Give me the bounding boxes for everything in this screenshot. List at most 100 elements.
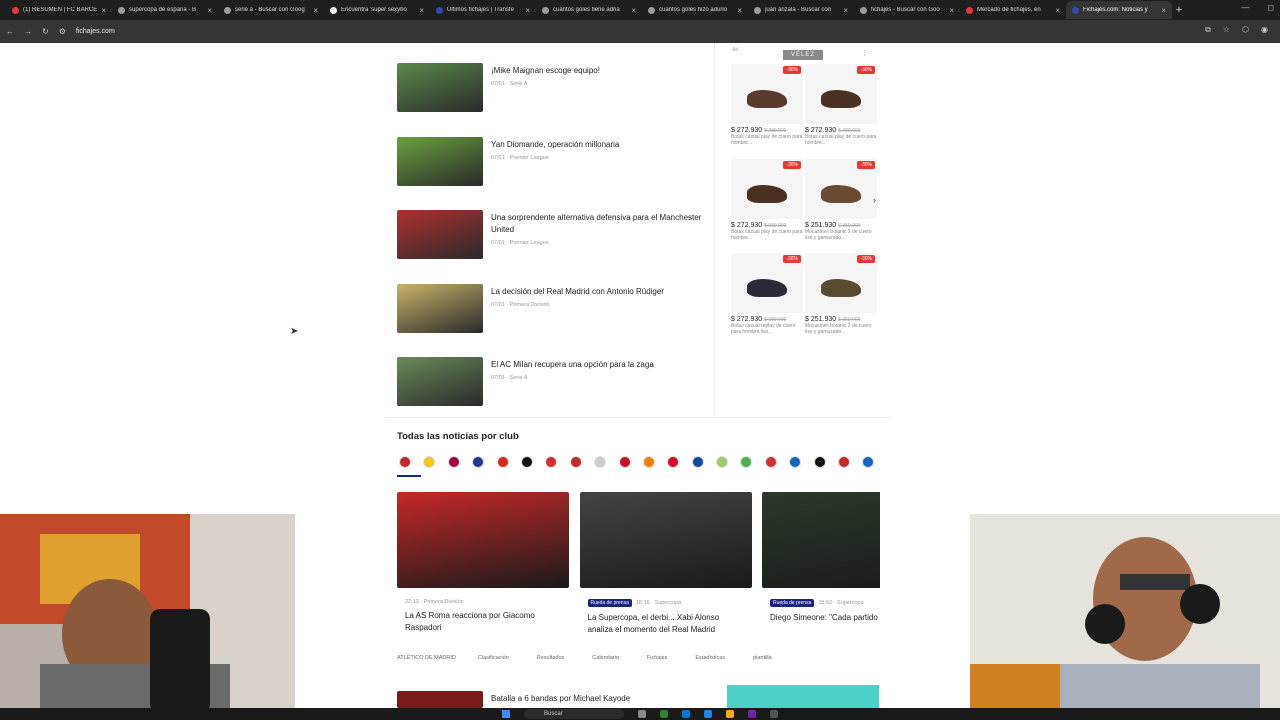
new-tab-icon[interactable]: + bbox=[1172, 4, 1186, 16]
ad-product[interactable]: -30% $ 251.930 $ 359.900 Mocasines botanic … bbox=[805, 253, 877, 335]
close-icon[interactable]: × bbox=[101, 6, 106, 15]
club-crest-icon[interactable] bbox=[618, 456, 631, 468]
extensions-icon[interactable]: ⬡ bbox=[1242, 25, 1249, 35]
news-thumbnail[interactable] bbox=[397, 136, 483, 186]
club-tag-link[interactable]: Fichajes bbox=[641, 653, 673, 663]
club-crest-icon[interactable] bbox=[789, 456, 802, 468]
ad-product[interactable]: -30% $ 272.930 $ 389.900 Botas casual play … bbox=[731, 158, 803, 241]
close-icon[interactable]: × bbox=[949, 6, 954, 15]
news-title[interactable]: Batalla a 6 bandas por Michael Kayode bbox=[491, 693, 630, 708]
profile-icon[interactable]: ◉ bbox=[1261, 25, 1268, 35]
store-icon[interactable] bbox=[682, 710, 690, 718]
card-title[interactable]: La AS Roma reacciona por Giacomo Raspado… bbox=[397, 610, 562, 634]
edge-icon[interactable] bbox=[660, 710, 668, 718]
club-crest-icon[interactable] bbox=[764, 456, 777, 468]
club-crest-icon[interactable] bbox=[862, 456, 875, 468]
close-icon[interactable]: × bbox=[1055, 6, 1060, 15]
product-image[interactable]: -30% bbox=[731, 64, 803, 124]
windows-start-icon[interactable] bbox=[502, 710, 510, 718]
news-title[interactable]: La decisión del Real Madrid con Antonio … bbox=[491, 286, 664, 298]
settings-icon[interactable] bbox=[770, 710, 778, 718]
news-item[interactable]: El AC Milan recupera una opción para la … bbox=[397, 357, 707, 407]
taskbar-search[interactable]: Buscar bbox=[524, 709, 624, 719]
club-tag-link[interactable]: Calendario bbox=[586, 653, 625, 663]
news-item[interactable]: Yan Diomande, operación millonaria 07/01 … bbox=[397, 136, 707, 186]
news-thumbnail[interactable] bbox=[397, 283, 483, 333]
news-item[interactable]: La decisión del Real Madrid con Antonio … bbox=[397, 283, 707, 333]
ad-product[interactable]: -30% $ 251.930 $ 359.900 Mocasines botanic … bbox=[805, 158, 877, 241]
ad-brand-logo[interactable]: VÉLEZ bbox=[783, 50, 823, 60]
card-image[interactable] bbox=[579, 492, 752, 588]
club-crest-icon[interactable] bbox=[447, 456, 460, 468]
club-crest-icon[interactable] bbox=[399, 456, 411, 468]
browser-tab[interactable]: juan arizala - Buscar con × bbox=[748, 1, 854, 19]
product-image[interactable]: -30% bbox=[731, 253, 803, 313]
forward-icon[interactable]: → bbox=[24, 27, 32, 36]
club-crest-icon[interactable] bbox=[740, 456, 753, 468]
back-icon[interactable]: ← bbox=[6, 27, 14, 36]
task-view-icon[interactable] bbox=[638, 710, 646, 718]
close-icon[interactable]: × bbox=[313, 6, 318, 15]
news-thumbnail[interactable] bbox=[397, 357, 483, 407]
club-crest-icon[interactable] bbox=[642, 456, 655, 468]
club-crest-icon[interactable] bbox=[813, 456, 826, 468]
minimize-icon[interactable]: — bbox=[1241, 3, 1249, 12]
browser-tab[interactable]: fichajes - Buscar con Goo × bbox=[854, 1, 960, 19]
news-thumbnail[interactable] bbox=[397, 691, 483, 708]
news-title[interactable]: Yan Diomande, operación millonaria bbox=[491, 139, 619, 151]
browser-tab[interactable]: Fichajes.com: Noticias y × bbox=[1066, 1, 1172, 19]
ad-product[interactable]: -30% $ 272.930 $ 389.900 Botas casual play … bbox=[731, 64, 803, 146]
browser-tab[interactable]: Mercado de fichajes, en × bbox=[960, 1, 1066, 19]
browser-tab[interactable]: Últimos fichajes | Transfe × bbox=[430, 1, 536, 19]
news-card[interactable]: 22:13 · Primera División La AS Roma reacc… bbox=[397, 492, 569, 634]
club-tag-link[interactable]: Estadísticas bbox=[689, 653, 731, 663]
browser-tab[interactable]: cuantos goles tiene adria × bbox=[536, 1, 642, 19]
club-crest-icon[interactable] bbox=[716, 456, 729, 468]
folder-icon[interactable] bbox=[726, 710, 734, 718]
browser-tab[interactable]: Encuentra 'super sexybo × bbox=[324, 1, 430, 19]
more-icon[interactable]: ⋮ bbox=[861, 49, 868, 57]
product-image[interactable]: -30% bbox=[805, 253, 877, 313]
club-crest-icon[interactable] bbox=[667, 456, 680, 468]
club-crest-icon[interactable] bbox=[594, 456, 607, 468]
install-icon[interactable]: ⧉ bbox=[1205, 25, 1211, 35]
reload-icon[interactable]: ↻ bbox=[42, 27, 49, 36]
news-title[interactable]: ¡Mike Maignan escoge equipo! bbox=[491, 65, 600, 77]
club-crest-icon[interactable] bbox=[423, 456, 436, 468]
browser-tab[interactable]: supercopa de españa - B × bbox=[112, 1, 218, 19]
chevron-right-icon[interactable]: › bbox=[873, 195, 876, 205]
news-item[interactable]: ¡Mike Maignan escoge equipo! 07/01 · Seri… bbox=[397, 63, 707, 112]
card-title[interactable]: La Supercopa, el derbi... Xabi Alonso an… bbox=[580, 612, 745, 636]
card-title[interactable]: Diego Simeone: "Cada partido es diferent… bbox=[762, 612, 880, 624]
news-thumbnail[interactable] bbox=[397, 210, 483, 260]
maximize-icon[interactable]: ◻ bbox=[1267, 3, 1274, 12]
club-crest-icon[interactable] bbox=[496, 456, 509, 468]
product-image[interactable]: -30% bbox=[731, 158, 803, 219]
product-image[interactable]: -30% bbox=[805, 64, 877, 124]
club-tag-link[interactable]: plantilla bbox=[747, 653, 778, 663]
chrome-icon[interactable] bbox=[704, 710, 712, 718]
ad-product[interactable]: -30% $ 272.930 $ 389.900 Botas casual play … bbox=[805, 64, 877, 146]
club-crest-icon[interactable] bbox=[472, 456, 485, 468]
list-item[interactable]: Batalla a 6 bandas por Michael Kayode bbox=[397, 691, 630, 708]
product-image[interactable]: -30% bbox=[805, 158, 877, 219]
browser-tab[interactable]: cuantos goles hizo adurio × bbox=[642, 1, 748, 19]
close-icon[interactable]: × bbox=[525, 6, 530, 15]
news-thumbnail[interactable] bbox=[397, 63, 483, 112]
news-title[interactable]: El AC Milan recupera una opción para la … bbox=[491, 359, 654, 371]
club-tag-link[interactable]: Clasificación bbox=[472, 653, 515, 663]
browser-tab[interactable]: serie a - Buscar con Goog × bbox=[218, 1, 324, 19]
close-icon[interactable]: × bbox=[419, 6, 424, 15]
club-crest-icon[interactable] bbox=[838, 456, 851, 468]
bottom-ad-banner[interactable] bbox=[727, 685, 879, 708]
club-crest-icon[interactable] bbox=[545, 456, 558, 468]
close-icon[interactable]: × bbox=[1161, 6, 1166, 15]
close-icon[interactable]: × bbox=[843, 6, 848, 15]
club-tag-link[interactable]: Resultados bbox=[531, 653, 571, 663]
club-crest-icon[interactable] bbox=[691, 456, 704, 468]
close-icon[interactable]: × bbox=[207, 6, 212, 15]
club-crest-icon[interactable] bbox=[569, 456, 582, 468]
card-image[interactable] bbox=[397, 492, 569, 588]
card-image[interactable] bbox=[762, 492, 880, 588]
news-card[interactable]: Rueda de prensa 15:52 · Supercopa Diego Si… bbox=[762, 492, 880, 624]
